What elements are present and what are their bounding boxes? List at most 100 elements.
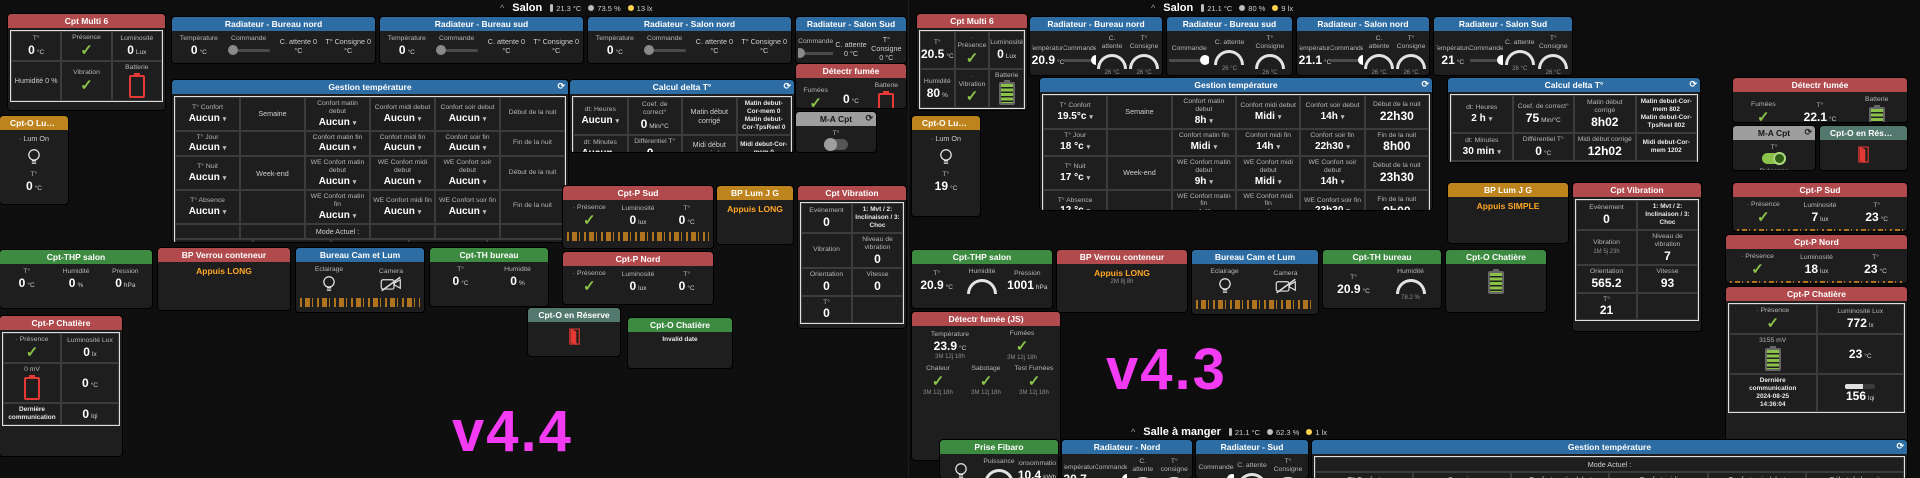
commande-slider[interactable] [1064,54,1096,66]
luminosit-value: 7 lux [1811,209,1829,224]
confort-soir-debut-dropdown[interactable]: Aucun ▾ [449,113,487,124]
commande-slider[interactable] [1331,54,1363,66]
refresh-icon[interactable]: ⟳ [557,81,565,92]
0-value: 0 lqi [82,406,98,421]
commande-slider[interactable] [1469,54,1503,66]
we-confort-midi-debut-dropdown[interactable]: Aucun ▾ [384,176,422,187]
derni-re-communication-2024-08-25-14-36-04-text: Dernière communication 2024-08-25 14:36:04 [1749,376,1797,408]
check-icon: ✓ [979,373,993,391]
confort-matin-fin-dropdown[interactable]: Aucun ▾ [319,142,357,153]
t-cell: T° [1735,142,1813,166]
fin-de-la-nuit-label: Fin de la nuit [513,139,552,147]
collapse-caret-icon[interactable]: ^ [500,3,504,13]
pression-label: Pression [1014,270,1041,278]
lightbulb-icon[interactable] [1218,277,1232,296]
semaine-cell: Semaine [240,97,305,131]
calcul-delta-t-header: Calcul delta T° ⟳ [570,80,794,94]
t-nuit-dropdown[interactable]: 17 °c ▾ [1060,172,1090,183]
dt-heures-dropdown[interactable]: 2 h ▾ [1471,113,1492,124]
midi-debut-cor-mem-1202-cell: Midi debut-Cor-mem 1202 [1635,133,1697,161]
refresh-icon[interactable]: ⟳ [865,113,873,124]
156-cell: 156 lqi [1816,373,1904,412]
panel-section [1822,142,1905,166]
lightbulb-icon[interactable] [954,462,968,478]
lightbulb-icon[interactable] [939,148,953,167]
confort-soir-fin-dropdown[interactable]: Aucun ▾ [449,142,487,153]
t-nuit-dropdown[interactable]: Aucun ▾ [189,172,227,183]
chevron-down-icon: ▾ [1277,178,1282,186]
confort-soir-debut-dropdown[interactable]: 14h ▾ [1321,111,1345,122]
t-consigne-cell: T° Consigne 26 °C [1128,33,1160,75]
gestion-temperature-body: T° Confort Aucun ▾ Semaine Confort matin deb… [174,96,566,242]
commande-slider[interactable] [1096,473,1127,478]
confort-soir-fin-dropdown[interactable]: 22h30 ▾ [1315,141,1350,152]
we-confort-matin-debut-dropdown[interactable]: Aucun ▾ [319,176,357,187]
refresh-icon[interactable]: ⟳ [1804,127,1812,138]
t-toggle[interactable] [824,137,848,151]
cpt-th-bureau-panel-right: Cpt-TH bureau T° 20.9 °C Humidité 78.2 % [1323,250,1441,308]
confort-midi-fin-dropdown[interactable]: Aucun ▾ [384,142,422,153]
cpt-o-chatiere-panel-left: Cpt-O Chatière Invalid date [628,318,732,368]
confort-matin-debut-label: Confort matin debut [317,100,358,115]
we-confort-matin-fin-dropdown[interactable]: Aucun ▾ [319,210,357,221]
we-confort-midi-fin-dropdown[interactable]: Aucun ▾ [384,206,422,217]
camera-off-icon[interactable] [1275,278,1297,294]
refresh-icon[interactable]: ⟳ [1421,79,1429,90]
panel-section: dt: Heures 2 h ▾ Coef. de correct° 75 Min/°C M… [1451,95,1697,162]
commande-slider[interactable] [798,47,834,59]
dt-minutes-dropdown[interactable]: 30 min ▾ [1463,146,1501,157]
lightbulb-icon[interactable] [27,148,41,167]
cpt-vibration-panel-left: Cpt Vibration Evénement 0 1: Mvt / 2: Inclin… [798,186,906,328]
collapse-caret-icon[interactable]: ^ [1151,3,1155,13]
dt-heures-dropdown[interactable]: Aucun ▾ [581,115,619,126]
slider-knob [1122,474,1127,478]
we-confort-soir-fin-dropdown[interactable]: 23h30▾ [1315,205,1350,210]
camera-off-icon[interactable] [380,276,402,292]
confort-matin-debut-dropdown[interactable]: 8h ▾ [1195,115,1213,126]
matin-d-but-corrig-cell: Matin début corrigé 8h02 [1574,95,1636,133]
panel-section: Evénement 0 1: Mvt / 2: Inclinaison / 3: Cho… [801,203,903,296]
confort-matin-debut-dropdown[interactable]: Aucun ▾ [319,117,357,128]
t-jour-dropdown[interactable]: 18 °c ▾ [1060,141,1090,152]
commande-slider[interactable] [1169,54,1210,66]
t-confort-dropdown[interactable]: 19.5°c ▾ [1057,111,1093,122]
t-jour-dropdown[interactable]: Aucun ▾ [189,142,227,153]
lightbulb-icon[interactable] [322,275,336,294]
confort-midi-debut-dropdown[interactable]: Aucun ▾ [384,113,422,124]
mode-actuel-label: Mode Actuel : [315,226,360,236]
commande-slider[interactable] [227,44,270,56]
door-cell [530,324,618,348]
dashboard-header-left: ^ Salon 21.3 °C 73.5 % 13 lx [500,2,653,14]
we-confort-midi-fin-dropdown[interactable]: 14h▾ [1256,209,1280,210]
t-absence-dropdown[interactable]: 12 °c▾ [1060,205,1090,210]
radiateur-salon-sud-panel-right: Radiateur - Salon SudTempérature21°CComm… [1434,17,1572,75]
t-confort-dropdown[interactable]: Aucun ▾ [189,113,227,124]
confort-midi-fin-cell: Confort midi fin Aucun ▾ [370,130,435,157]
camera-cell: Camera [360,264,422,296]
collapse-caret-icon[interactable]: ^ [1131,427,1135,437]
temp-rature-label: Température [179,35,218,42]
we-confort-matin-debut-dropdown[interactable]: 9h ▾ [1195,176,1213,187]
commande-slider[interactable] [435,44,478,56]
we-confort-matin-fin-dropdown[interactable]: Midi▾ [1191,209,1218,210]
we-confort-midi-debut-dropdown[interactable]: Midi ▾ [1255,176,1282,187]
gauge-arc-icon [1129,53,1159,69]
we-confort-soir-debut-dropdown[interactable]: 14h ▾ [1321,176,1345,187]
we-confort-soir-fin-dropdown[interactable]: Aucun ▾ [449,206,487,217]
confort-midi-fin-dropdown[interactable]: 14h ▾ [1256,141,1280,152]
confort-matin-fin-dropdown[interactable]: Midi ▾ [1191,141,1218,152]
cpt-o-chatiere-panel-right: Cpt-O Chatière [1446,250,1546,312]
commande-slider[interactable] [643,44,686,56]
bureau-cam-et-lum-header: Bureau Cam et Lum [296,248,424,262]
refresh-icon[interactable]: ⟳ [1689,79,1697,90]
refresh-icon[interactable]: ⟳ [783,81,791,92]
dt-minutes-dropdown[interactable]: Aucun▾ [581,148,619,152]
ev-nement-cell: Evénement 0 [801,203,852,233]
t-toggle[interactable] [1762,151,1786,165]
refresh-icon[interactable]: ⟳ [1896,441,1904,452]
we-confort-soir-debut-dropdown[interactable]: Aucun ▾ [449,176,487,187]
t-absence-dropdown[interactable]: Aucun ▾ [189,206,227,217]
midi-d-but-corrig-cell: Midi début corrigé [682,135,737,152]
commande-slider[interactable] [1198,473,1234,478]
confort-midi-debut-dropdown[interactable]: Midi ▾ [1255,111,1282,122]
